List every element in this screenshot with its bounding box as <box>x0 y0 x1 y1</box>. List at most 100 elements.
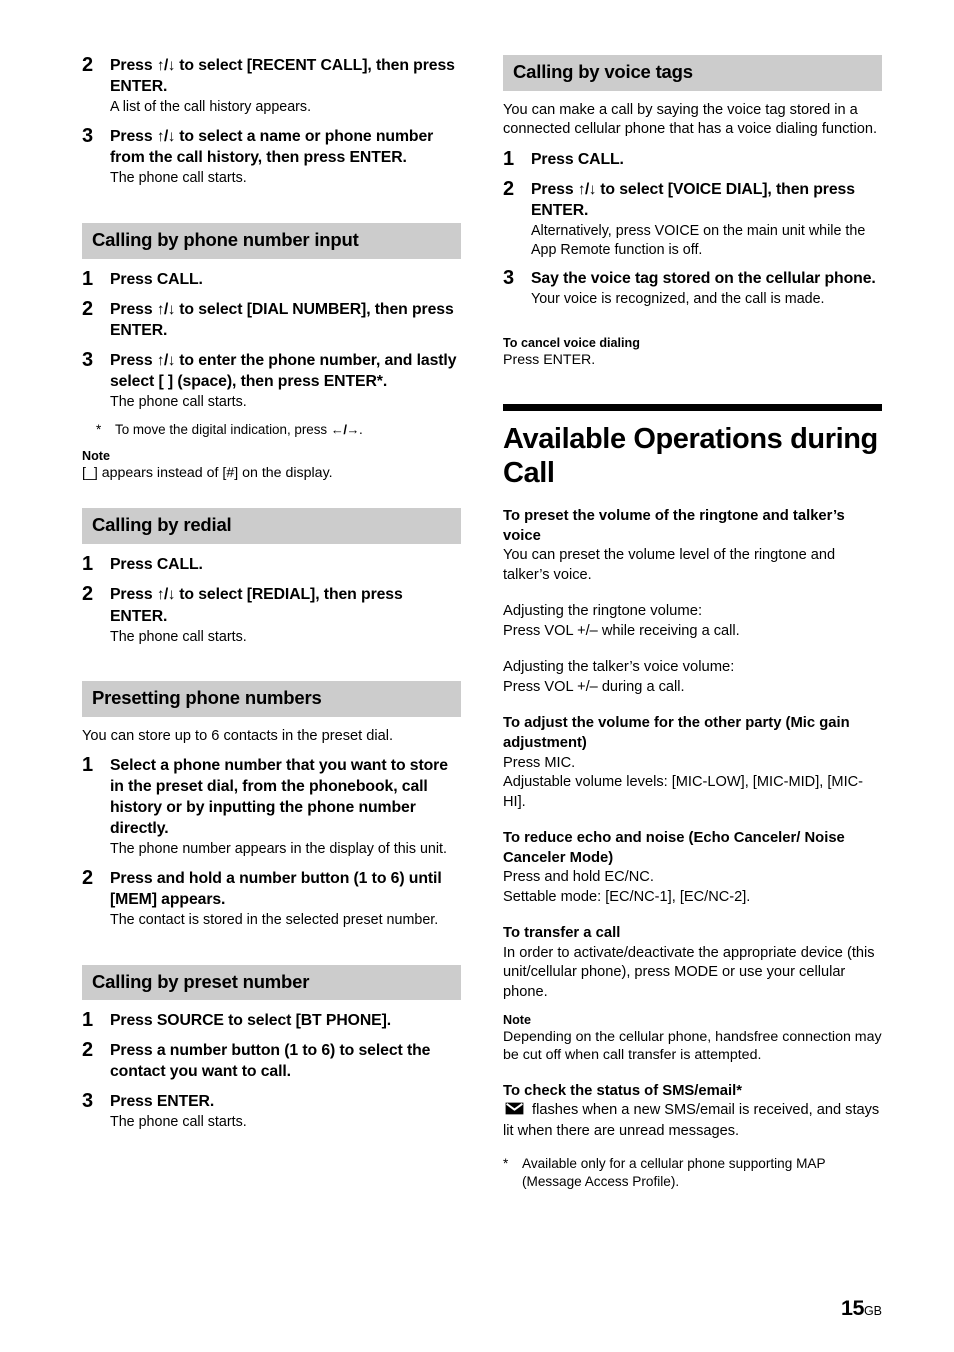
step-text: Press CALL. <box>531 150 624 168</box>
step-description: A list of the call history appears. <box>110 99 312 116</box>
up-down-arrow-icon: ↑/↓ <box>156 352 176 369</box>
step-description: The phone call starts. <box>110 1114 247 1131</box>
step-text-before: Press <box>531 180 578 198</box>
cancel-voice-dialing-text: Press ENTER. <box>503 352 596 369</box>
step-number: 1 <box>82 1009 94 1032</box>
step-number: 3 <box>82 1090 94 1113</box>
step-item: 3 Press ↑/↓ to enter the phone number, a… <box>82 349 461 412</box>
up-down-arrow-icon: ↑/↓ <box>156 586 176 604</box>
step-number: 1 <box>503 147 515 170</box>
step-item: 2 Press ↑/↓ to select [DIAL NUMBER], the… <box>82 297 461 341</box>
topic-heading: Adjusting the talker’s voice volume: <box>503 659 735 676</box>
cancel-voice-dialing-heading: To cancel voice dialing <box>503 335 640 350</box>
step-text: Press ↑/↓ to select [REDIAL], then press… <box>110 584 461 626</box>
envelope-icon <box>505 1102 524 1122</box>
topic-heading: To transfer a call <box>503 925 621 942</box>
manual-page: 2 Press ↑/↓ to select [RECENT CALL], the… <box>0 0 954 1352</box>
step-description: The contact is stored in the selected pr… <box>110 911 439 928</box>
step-text: Press ↑/↓ to select [RECENT CALL], then … <box>110 55 461 97</box>
topic-body: Press and hold EC/NC. Settable mode: [EC… <box>503 869 751 905</box>
step-number: 1 <box>82 267 94 290</box>
step-number: 3 <box>82 124 94 147</box>
sms-status-heading: To check the status of SMS/email* <box>503 1082 743 1099</box>
step-item: 1 Press SOURCE to select [BT PHONE]. <box>82 1009 461 1032</box>
presetting-intro: You can store up to 6 contacts in the pr… <box>82 727 393 744</box>
up-down-arrow-icon: ↑/↓ <box>577 180 597 198</box>
step-item: 2 Press ↑/↓ to select [VOICE DIAL], then… <box>503 177 882 260</box>
step-text-before: Press <box>110 127 157 145</box>
step-number: 2 <box>82 297 94 320</box>
up-down-arrow-icon: ↑/↓ <box>156 127 176 145</box>
note-text: Depending on the cellular phone, handsfr… <box>503 1028 882 1064</box>
left-right-arrow-icon: ←/→ <box>330 421 360 437</box>
step-description: Your voice is recognized, and the call i… <box>531 291 825 308</box>
step-number: 2 <box>503 177 515 200</box>
step-item: 3 Press ↑/↓ to select a name or phone nu… <box>82 124 461 188</box>
topic-body: Press VOL +/– during a call. <box>503 678 685 695</box>
page-number: 15 <box>841 1296 864 1320</box>
section-heading-phone-number-input: Calling by phone number input <box>82 222 461 259</box>
footnote-text-after: . <box>358 421 363 437</box>
step-text: Press ↑/↓ to select [VOICE DIAL], then p… <box>531 179 882 221</box>
step-text: Press ENTER. <box>110 1093 215 1111</box>
step-item: 1 Select a phone number that you want to… <box>82 754 461 859</box>
step-number: 3 <box>503 267 515 290</box>
step-description: The phone call starts. <box>110 394 247 411</box>
footnote-map-support: * Available only for a cellular phone sup… <box>503 1155 882 1191</box>
step-text: Press CALL. <box>110 270 203 288</box>
footnote-text: Available only for a cellular phone supp… <box>522 1156 826 1190</box>
voice-tags-intro: You can make a call by saying the voice … <box>503 101 878 138</box>
step-text: Press ↑/↓ to select [DIAL NUMBER], then … <box>110 299 461 341</box>
step-text: Press a number button (1 to 6) to select… <box>110 1042 431 1081</box>
topic-body: In order to activate/deactivate the appr… <box>503 944 875 1000</box>
step-number: 2 <box>82 1039 94 1062</box>
step-text: Press ↑/↓ to enter the phone number, and… <box>110 350 461 392</box>
step-number: 1 <box>82 754 94 777</box>
topic-heading: To preset the volume of the ringtone and… <box>503 508 845 544</box>
sms-status-body: flashes when a new SMS/email is received… <box>503 1101 882 1141</box>
step-item: 2 Press a number button (1 to 6) to sele… <box>82 1039 461 1082</box>
step-text: Press CALL. <box>110 556 203 574</box>
step-number: 1 <box>82 553 94 576</box>
step-number: 2 <box>82 54 94 76</box>
sms-status-text: flashes when a new SMS/email is received… <box>503 1102 880 1139</box>
page-folio: 15GB <box>841 1296 882 1321</box>
step-number: 3 <box>82 349 94 371</box>
section-heading-voice-tags: Calling by voice tags <box>503 55 882 91</box>
step-text-before: Press <box>110 57 157 74</box>
chapter-rule <box>503 403 882 411</box>
topic-body: Press VOL +/– while receiving a call. <box>503 622 740 639</box>
page-number-suffix: GB <box>863 1304 882 1318</box>
step-description: The phone number appears in the display … <box>110 841 447 858</box>
section-heading-redial: Calling by redial <box>82 508 461 545</box>
step-text: Press ↑/↓ to select a name or phone numb… <box>110 126 461 168</box>
step-text-before: Press <box>110 352 157 369</box>
note-heading: Note <box>503 1012 531 1027</box>
step-item: 2 Press ↑/↓ to select [REDIAL], then pre… <box>82 583 461 646</box>
step-description: The phone call starts. <box>110 628 247 645</box>
topic-body: You can preset the volume level of the r… <box>503 547 836 583</box>
note-heading: Note <box>82 448 110 463</box>
section-heading-preset-number: Calling by preset number <box>82 964 461 1001</box>
step-text: Press and hold a number button (1 to 6) … <box>110 869 442 908</box>
step-description: The phone call starts. <box>110 170 247 187</box>
step-item: 2 Press ↑/↓ to select [RECENT CALL], the… <box>82 54 461 117</box>
right-column: Calling by voice tags You can make a cal… <box>503 55 882 1191</box>
topic-heading: Adjusting the ringtone volume: <box>503 603 703 620</box>
step-text-before: Press <box>110 300 157 318</box>
step-text: Select a phone number that you want to s… <box>110 757 448 838</box>
step-description: Alternatively, press VOICE on the main u… <box>531 223 866 258</box>
left-column: 2 Press ↑/↓ to select [RECENT CALL], the… <box>82 54 461 1141</box>
step-number: 2 <box>82 583 94 606</box>
step-item: 2 Press and hold a number button (1 to 6… <box>82 867 461 930</box>
